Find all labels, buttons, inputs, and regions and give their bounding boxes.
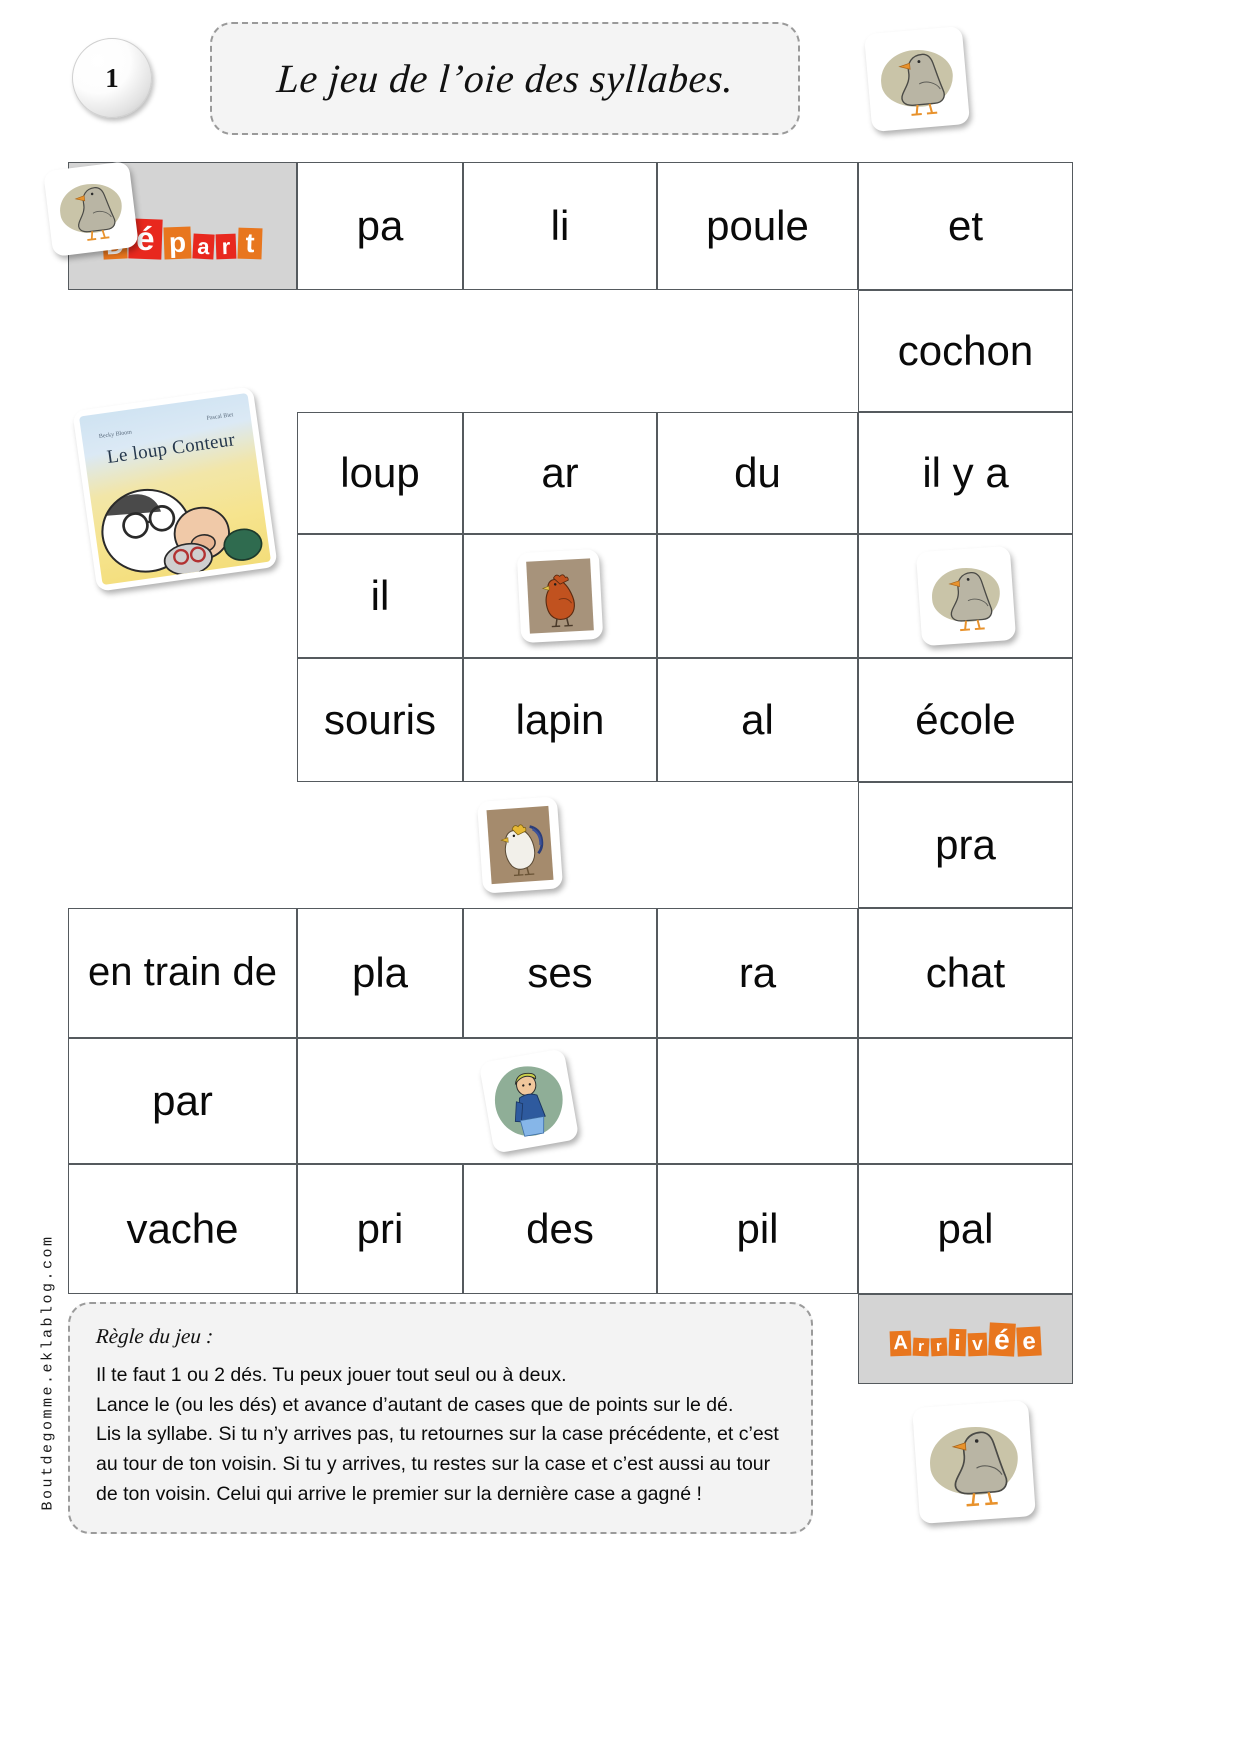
board-cell-lapin[interactable]: lapin [463,658,657,782]
arrivee-letter-0: A [889,1330,912,1356]
goose-icon [870,32,964,126]
board-cell-goose-mid[interactable] [858,534,1073,658]
goose-icon [918,1406,1030,1518]
goose-icon [921,552,1010,640]
page-header: 1 Le jeu de l’oie des syllabes. [0,0,1241,155]
board-cell-vache[interactable]: vache [68,1164,297,1294]
arrivee-letter-5: é [988,1321,1016,1357]
board-cell-il-y-a[interactable]: il y a [858,412,1073,534]
goose-image-header [863,25,971,133]
board-cell-li[interactable]: li [463,162,657,290]
depart-letter-5: t [237,227,263,260]
hen-image [516,548,604,644]
board-cell-ar[interactable]: ar [463,412,657,534]
arrivee-letter-2: r [930,1337,948,1356]
board-cell-loup[interactable]: loup [297,412,463,534]
board-cell-finish[interactable]: A r r i v é e [858,1294,1073,1384]
board-cell-en-train-de[interactable]: en train de [68,908,297,1038]
boy-icon [486,1055,573,1147]
rules-line-4: au tour de ton voisin. Si tu y arrives, … [96,1452,771,1475]
board-cell-et[interactable]: et [858,162,1073,290]
board-cell-pal[interactable]: pal [858,1164,1073,1294]
board-cell-blank-r4c3[interactable] [657,534,858,658]
arrivee-letter-1: r [912,1337,930,1356]
page-number-badge: 1 [72,38,152,118]
rooster-image [476,796,564,894]
board-cell-ses[interactable]: ses [463,908,657,1038]
depart-letter-2: p [163,226,192,260]
board-cell-des[interactable]: des [463,1164,657,1294]
board-cell-pri[interactable]: pri [297,1164,463,1294]
rules-panel: Règle du jeu : Il te faut 1 ou 2 dés. Tu… [68,1302,813,1534]
rules-title: Règle du jeu : [95,1324,215,1348]
board-cell-souris[interactable]: souris [297,658,463,782]
goose-image-start [43,161,139,257]
title-panel: Le jeu de l’oie des syllabes. [210,22,800,135]
rooster-icon [483,803,556,888]
board-cell-boy[interactable] [297,1038,657,1164]
goose-image-mid [915,545,1016,647]
board-cell-pla[interactable]: pla [297,908,463,1038]
board-cell-ra[interactable]: ra [657,908,858,1038]
site-watermark: Boutdegomme.eklablog.com [39,1234,57,1511]
board-cell-cochon[interactable]: cochon [858,290,1073,412]
depart-letter-3: a [192,233,215,260]
arrivee-letters: A r r i v é e [889,1321,1042,1357]
rules-line-5: de ton voisin. Celui qui arrive le premi… [96,1482,702,1505]
goose-image-bottom [912,1400,1036,1524]
board-cell-blank-r8c3[interactable] [657,1038,858,1164]
board-cell-chat[interactable]: chat [858,908,1073,1038]
board-cell-pa[interactable]: pa [297,162,463,290]
board-cell-poule[interactable]: poule [657,162,858,290]
goose-icon [49,167,133,251]
arrivee-letter-3: i [948,1328,967,1356]
board-cell-hen[interactable] [463,534,657,658]
board-cell-blank-r8c4[interactable] [858,1038,1073,1164]
board-cell-ecole[interactable]: école [858,658,1073,782]
depart-letter-4: r [215,233,237,260]
boy-image [478,1048,580,1154]
board-cell-pil[interactable]: pil [657,1164,858,1294]
board-cell-pra[interactable]: pra [858,782,1073,908]
page-title: Le jeu de l’oie des syllabes. [275,56,735,101]
board-cell-par[interactable]: par [68,1038,297,1164]
arrivee-letter-4: v [967,1332,988,1356]
rules-line-3: Lis la syllabe. Si tu n’y arrives pas, t… [96,1423,779,1446]
rules-line-1: Il te faut 1 ou 2 dés. Tu peux jouer tou… [96,1364,567,1386]
board-cell-il[interactable]: il [297,534,463,658]
board-cell-du[interactable]: du [657,412,858,534]
hen-icon [523,555,597,637]
board-cell-al[interactable]: al [657,658,858,782]
game-board: D é p a r t pa li poule et cochon loup a… [68,162,1073,1384]
board-cell-rooster[interactable] [463,782,657,908]
arrivee-letter-6: e [1016,1325,1042,1357]
rules-line-2: Lance le (ou les dés) et avance d’autant… [96,1393,734,1416]
